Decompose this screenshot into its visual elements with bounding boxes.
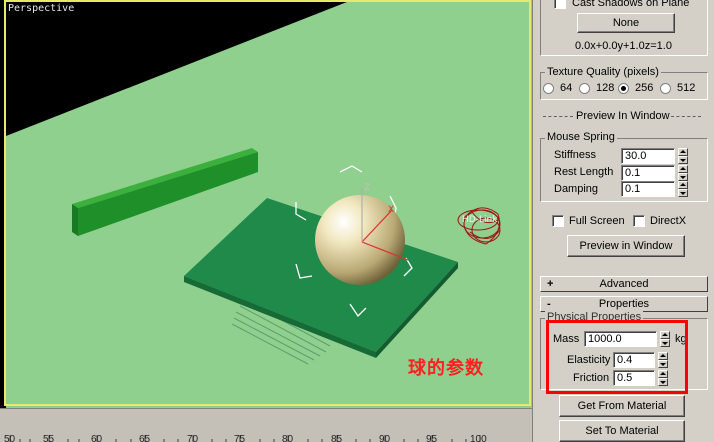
friction-label: Friction — [573, 372, 610, 384]
ruler-tick-label: 85 — [331, 434, 343, 442]
stiffness-input[interactable]: 30.0 — [621, 148, 675, 164]
mass-unit: kg — [675, 333, 687, 345]
separator-right — [671, 116, 701, 117]
ruler-tick-label: 70 — [187, 434, 199, 442]
scene-render: X Z HD-Link — [6, 0, 532, 408]
command-panel: Cast Shadows on Plane None 0.0x+0.0y+1.0… — [532, 0, 714, 442]
mass-spinner[interactable] — [660, 331, 670, 347]
properties-rollout-bar[interactable]: - Properties — [540, 296, 708, 312]
viewport-label[interactable]: Perspective — [8, 3, 74, 14]
perspective-viewport[interactable]: X Z HD-Link Perspective 球的参数 — [0, 0, 532, 408]
damping-spinner[interactable] — [678, 181, 688, 197]
preview-section-title[interactable]: Preview In Window — [576, 110, 670, 122]
ruler-tick-label: 65 — [139, 434, 151, 442]
texture-512-label: 512 — [677, 82, 696, 94]
texture-64-radio[interactable] — [543, 83, 554, 94]
ruler-ticks — [9, 435, 481, 442]
directx-label: DirectX — [650, 215, 687, 227]
plane-equation: 0.0x+0.0y+1.0z=1.0 — [575, 40, 672, 52]
elasticity-input[interactable]: 0.4 — [613, 352, 655, 368]
time-ruler[interactable]: 50 55 60 65 70 75 80 85 90 95 100 — [0, 408, 532, 442]
rest-length-spinner[interactable] — [678, 165, 688, 181]
cast-shadows-label: Cast Shadows on Plane — [572, 0, 690, 9]
elasticity-label: Elasticity — [567, 354, 611, 366]
stiffness-label: Stiffness — [554, 149, 596, 161]
preview-in-window-button[interactable]: Preview in Window — [567, 235, 685, 257]
stiffness-spinner[interactable] — [678, 148, 688, 164]
texture-256-radio[interactable] — [618, 83, 629, 94]
damping-input[interactable]: 0.1 — [621, 181, 675, 197]
collapse-icon: - — [547, 298, 551, 310]
directx-checkbox[interactable] — [633, 215, 645, 227]
advanced-rollout-bar[interactable]: + Advanced — [540, 276, 708, 292]
elasticity-spinner[interactable] — [658, 352, 668, 368]
mass-label: Mass — [553, 333, 580, 345]
friction-spinner[interactable] — [658, 370, 668, 386]
texture-64-label: 64 — [560, 82, 573, 94]
cast-shadows-checkbox[interactable] — [554, 0, 566, 9]
mouse-spring-title: Mouse Spring — [545, 131, 617, 143]
full-screen-checkbox[interactable] — [552, 215, 564, 227]
texture-128-radio[interactable] — [579, 83, 590, 94]
separator-left — [543, 116, 573, 117]
friction-input[interactable]: 0.5 — [613, 370, 655, 386]
ruler-tick-label: 55 — [43, 434, 55, 442]
ruler-tick-label: 75 — [234, 434, 246, 442]
axis-z-label: Z — [364, 183, 370, 193]
get-from-material-button[interactable]: Get From Material — [559, 395, 685, 417]
advanced-label: Advanced — [599, 278, 649, 290]
ruler-tick-label: 60 — [91, 434, 103, 442]
mass-input[interactable]: 1000.0 — [584, 331, 657, 347]
texture-512-radio[interactable] — [660, 83, 671, 94]
full-screen-label: Full Screen — [569, 215, 625, 227]
properties-label: Properties — [598, 298, 650, 310]
ruler-tick-label: 90 — [379, 434, 391, 442]
annotation-text: 球的参数 — [408, 358, 484, 379]
ruler-tick-label: 50 — [4, 434, 16, 442]
ruler-tick-label: 80 — [282, 434, 294, 442]
object-label: HD-Link — [462, 215, 498, 225]
wall-end — [72, 204, 78, 236]
rest-length-input[interactable]: 0.1 — [621, 165, 675, 181]
texture-256-label: 256 — [635, 82, 654, 94]
damping-label: Damping — [554, 183, 599, 195]
rest-length-label: Rest Length — [554, 166, 614, 178]
expand-icon: + — [547, 278, 554, 290]
ruler-tick-label: 100 — [470, 434, 487, 442]
shadow-plane-none-button[interactable]: None — [577, 13, 675, 33]
axis-x-label: X — [388, 205, 394, 215]
set-to-material-button[interactable]: Set To Material — [559, 420, 685, 442]
texture-128-label: 128 — [596, 82, 615, 94]
texture-quality-title: Texture Quality (pixels) — [545, 66, 661, 78]
physical-properties-title: Physical Properties — [545, 311, 644, 323]
ruler-tick-label: 95 — [426, 434, 438, 442]
